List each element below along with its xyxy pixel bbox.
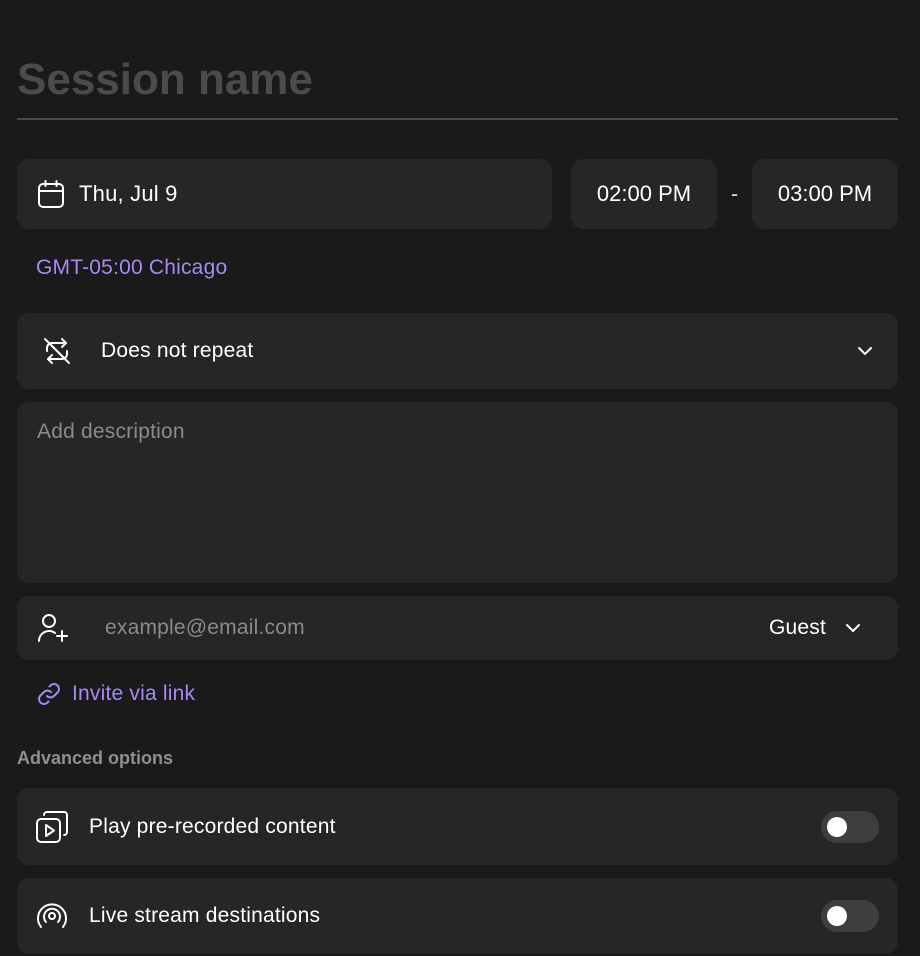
prerecorded-content-option: Play pre-recorded content [17, 788, 898, 865]
live-stream-option: Live stream destinations [17, 878, 898, 954]
repeat-selected-label: Does not repeat [101, 339, 254, 362]
link-icon [36, 681, 62, 707]
invite-via-link-label: Invite via link [72, 682, 196, 705]
repeat-dropdown[interactable]: Does not repeat [17, 313, 898, 389]
guest-role-label: Guest [768, 616, 826, 639]
timezone-selector[interactable]: GMT-05:00 Chicago [36, 256, 227, 280]
advanced-options-heading: Advanced options [17, 748, 174, 768]
chevron-down-icon [844, 622, 862, 634]
prerecorded-content-toggle[interactable] [821, 810, 879, 843]
time-separator: - [730, 181, 739, 206]
toggle-knob [827, 816, 847, 837]
calendar-icon [37, 179, 65, 209]
live-stream-toggle[interactable] [821, 900, 879, 932]
end-time-picker[interactable]: 03:00 PM [752, 159, 898, 229]
invite-guest-row: Guest [17, 596, 898, 660]
prerecorded-content-label: Play pre-recorded content [89, 814, 336, 838]
toggle-knob [827, 906, 847, 926]
repeat-off-icon [41, 335, 73, 367]
play-stack-icon [35, 810, 69, 844]
user-add-icon [37, 613, 69, 643]
guest-email-input[interactable] [105, 616, 769, 640]
date-value: Thu, Jul 9 [79, 181, 178, 206]
live-stream-label: Live stream destinations [89, 904, 321, 927]
session-name-field [17, 48, 898, 120]
date-picker[interactable]: Thu, Jul 9 [17, 159, 552, 229]
broadcast-icon [35, 901, 69, 931]
start-time-picker[interactable]: 02:00 PM [571, 159, 717, 229]
description-field [17, 402, 898, 583]
session-name-input[interactable] [17, 50, 898, 110]
schedule-session-form: Thu, Jul 9 02:00 PM - 03:00 PM GMT-05:00… [0, 0, 920, 956]
guest-role-dropdown[interactable]: Guest [769, 616, 862, 640]
invite-via-link-button[interactable]: Invite via link [36, 681, 195, 707]
description-input[interactable] [37, 420, 878, 565]
chevron-down-icon [856, 345, 874, 357]
